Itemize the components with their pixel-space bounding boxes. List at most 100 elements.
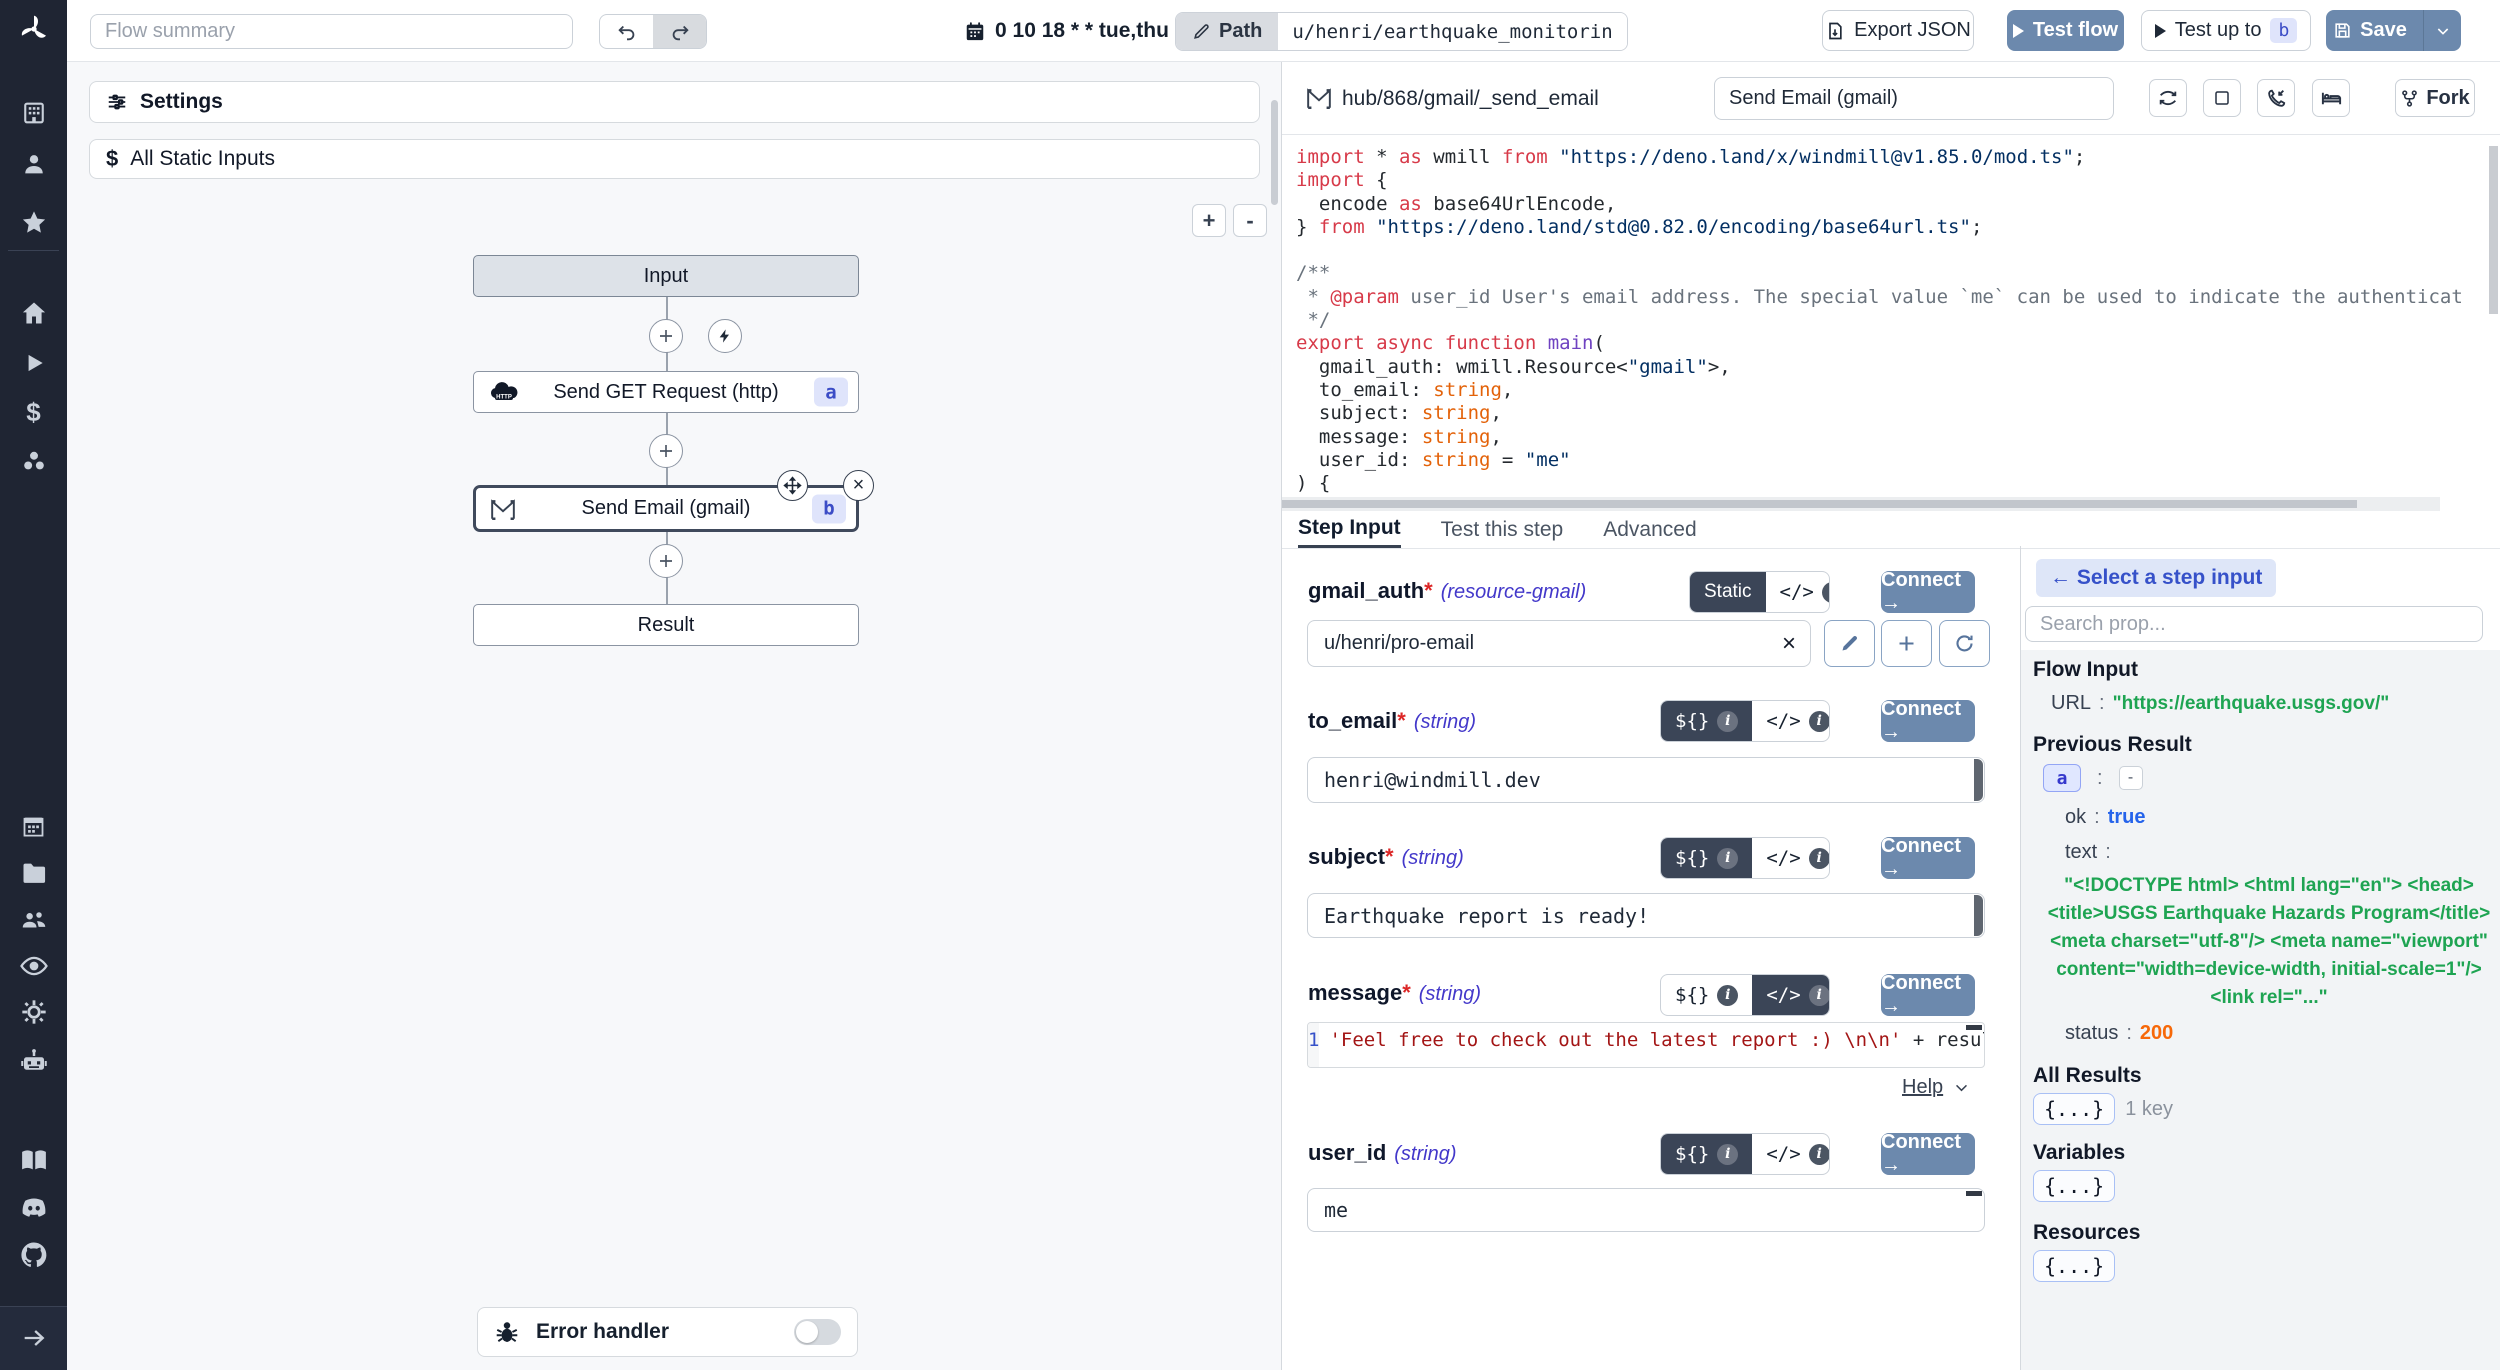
error-handler-toggle[interactable] — [794, 1319, 841, 1345]
groups-users-icon[interactable] — [17, 903, 51, 937]
help-link[interactable]: Help — [1902, 1076, 1970, 1099]
all-results-heading[interactable]: All Results — [2033, 1064, 2142, 1088]
user-icon[interactable] — [17, 147, 51, 181]
code-editor[interactable]: import * as wmill from "https://deno.lan… — [1282, 136, 2500, 497]
schedules-calendar-icon[interactable] — [17, 808, 51, 842]
resource-picker-gmail-auth[interactable]: u/henri/pro-email × — [1307, 620, 1811, 667]
refresh-resource-button[interactable] — [1939, 620, 1990, 667]
add-resource-button[interactable] — [1881, 620, 1932, 667]
all-static-inputs-card[interactable]: $ All Static Inputs — [89, 139, 1260, 179]
schedule-summary[interactable]: 0 10 18 * * tue,thu — [964, 0, 1169, 62]
export-json-button[interactable]: Export JSON — [1822, 10, 1974, 51]
expand-arrow-icon[interactable] — [17, 1321, 51, 1355]
test-flow-button[interactable]: Test flow — [2007, 10, 2124, 51]
zoom-in-button[interactable]: + — [1192, 204, 1226, 237]
expr-mode-button[interactable]: ${}i — [1661, 701, 1752, 741]
prop-search-input[interactable] — [2025, 606, 2483, 642]
edit-resource-button[interactable] — [1824, 620, 1875, 667]
code-mode-button[interactable]: </>i — [1752, 1134, 1830, 1174]
flow-input-heading[interactable]: Flow Input — [2033, 658, 2138, 682]
select-step-input-chip[interactable]: ← Select a step input — [2036, 559, 2276, 597]
audit-eye-icon[interactable] — [17, 949, 51, 983]
flow-settings-card[interactable]: Settings — [89, 81, 1260, 123]
message-expression-editor[interactable]: 1 'Feel free to check out the latest rep… — [1307, 1022, 1985, 1068]
workspace-icon[interactable] — [17, 96, 51, 130]
to-email-input[interactable]: henri@windmill.dev — [1307, 757, 1985, 803]
node-input[interactable]: Input — [473, 255, 859, 297]
move-step-button[interactable] — [777, 470, 808, 501]
zoom-out-button[interactable]: - — [1233, 204, 1267, 237]
suspend-button[interactable] — [2257, 79, 2295, 117]
step-a-chip[interactable]: a — [2043, 764, 2081, 792]
code-vertical-scrollbar[interactable] — [2489, 146, 2498, 314]
add-step-button[interactable] — [649, 434, 683, 468]
retries-button[interactable] — [2149, 79, 2187, 117]
step-name-input[interactable] — [1714, 77, 2114, 120]
github-icon[interactable] — [17, 1238, 51, 1272]
save-button[interactable]: Save — [2326, 10, 2414, 51]
resources-hub-icon[interactable] — [17, 444, 51, 478]
connect-button-to-email[interactable]: Connect → — [1881, 700, 1975, 742]
connect-button-gmail-auth[interactable]: Connect → — [1881, 571, 1975, 613]
flow-scrollbar[interactable] — [1271, 100, 1278, 205]
input-scrollbar[interactable] — [1974, 895, 1983, 936]
tab-advanced[interactable]: Advanced — [1603, 511, 1696, 548]
discord-icon[interactable] — [17, 1190, 51, 1224]
home-icon[interactable] — [17, 296, 51, 330]
settings-gear-icon[interactable] — [17, 995, 51, 1029]
expand-object-button[interactable]: {...} — [2033, 1250, 2115, 1282]
sleep-button[interactable] — [2312, 79, 2350, 117]
scrollbar-thumb[interactable] — [1282, 500, 2357, 508]
variables-dollar-icon[interactable]: $ — [17, 395, 51, 429]
code-mode-button[interactable]: </>i — [1752, 838, 1830, 878]
expr-mode-button[interactable]: ${}i — [1661, 975, 1752, 1015]
undo-button[interactable] — [600, 15, 653, 48]
expand-object-button[interactable]: {...} — [2033, 1093, 2115, 1125]
path-edit-button[interactable]: Path — [1176, 13, 1278, 50]
flow-summary-input[interactable] — [90, 14, 573, 49]
status-row[interactable]: status:200 — [2065, 1022, 2173, 1045]
folders-icon[interactable] — [17, 856, 51, 890]
text-key-row[interactable]: text: — [2065, 841, 2119, 864]
previous-result-heading[interactable]: Previous Result — [2033, 733, 2192, 757]
resources-heading[interactable]: Resources — [2033, 1221, 2140, 1245]
docs-book-icon[interactable] — [17, 1143, 51, 1177]
ok-row[interactable]: ok:true — [2065, 806, 2145, 829]
flow-input-url-row[interactable]: URL:"https://earthquake.usgs.gov/" — [2051, 692, 2389, 715]
windmill-logo-icon[interactable] — [17, 12, 51, 46]
add-step-button[interactable] — [649, 544, 683, 578]
expr-mode-button[interactable]: ${}i — [1661, 838, 1752, 878]
workers-robot-icon[interactable] — [17, 1044, 51, 1078]
save-dropdown-button[interactable] — [2423, 10, 2461, 51]
tab-test-this-step[interactable]: Test this step — [1441, 511, 1564, 548]
node-get-request[interactable]: HTTP Send GET Request (http) a — [473, 371, 859, 413]
runs-play-icon[interactable] — [17, 346, 51, 380]
subject-input[interactable]: Earthquake report is ready! — [1307, 893, 1985, 938]
delete-step-button[interactable]: × — [843, 470, 874, 501]
expr-mode-button[interactable]: ${}i — [1661, 1134, 1752, 1174]
redo-button[interactable] — [653, 15, 706, 48]
code-horizontal-scrollbar[interactable] — [1282, 497, 2440, 511]
connect-button-subject[interactable]: Connect → — [1881, 837, 1975, 879]
static-mode-button[interactable]: Static — [1690, 572, 1766, 612]
text-value[interactable]: "<!DOCTYPE html> <html lang="en"> <head>… — [2045, 872, 2493, 1012]
input-scrollbar[interactable] — [1974, 759, 1983, 801]
code-mode-button[interactable]: </>i — [1752, 701, 1830, 741]
error-handler-card[interactable]: Error handler — [477, 1307, 858, 1357]
code-mode-button[interactable]: </>i — [1766, 572, 1830, 612]
trigger-button[interactable] — [708, 319, 742, 353]
connect-button-message[interactable]: Connect → — [1881, 974, 1975, 1016]
early-stop-button[interactable] — [2203, 79, 2241, 117]
code-mode-button[interactable]: </>i — [1752, 975, 1830, 1015]
user-id-input[interactable]: me — [1307, 1188, 1985, 1232]
favorites-star-icon[interactable] — [17, 206, 51, 240]
clear-resource-icon[interactable]: × — [1782, 630, 1796, 658]
tab-step-input[interactable]: Step Input — [1298, 511, 1401, 548]
add-step-button[interactable] — [649, 319, 683, 353]
test-up-to-button[interactable]: Test up to b — [2141, 10, 2311, 51]
variables-heading[interactable]: Variables — [2033, 1141, 2125, 1165]
expand-object-button[interactable]: {...} — [2033, 1170, 2115, 1202]
fork-button[interactable]: Fork — [2395, 79, 2475, 117]
connect-button-user-id[interactable]: Connect → — [1881, 1133, 1975, 1175]
node-result[interactable]: Result — [473, 604, 859, 646]
